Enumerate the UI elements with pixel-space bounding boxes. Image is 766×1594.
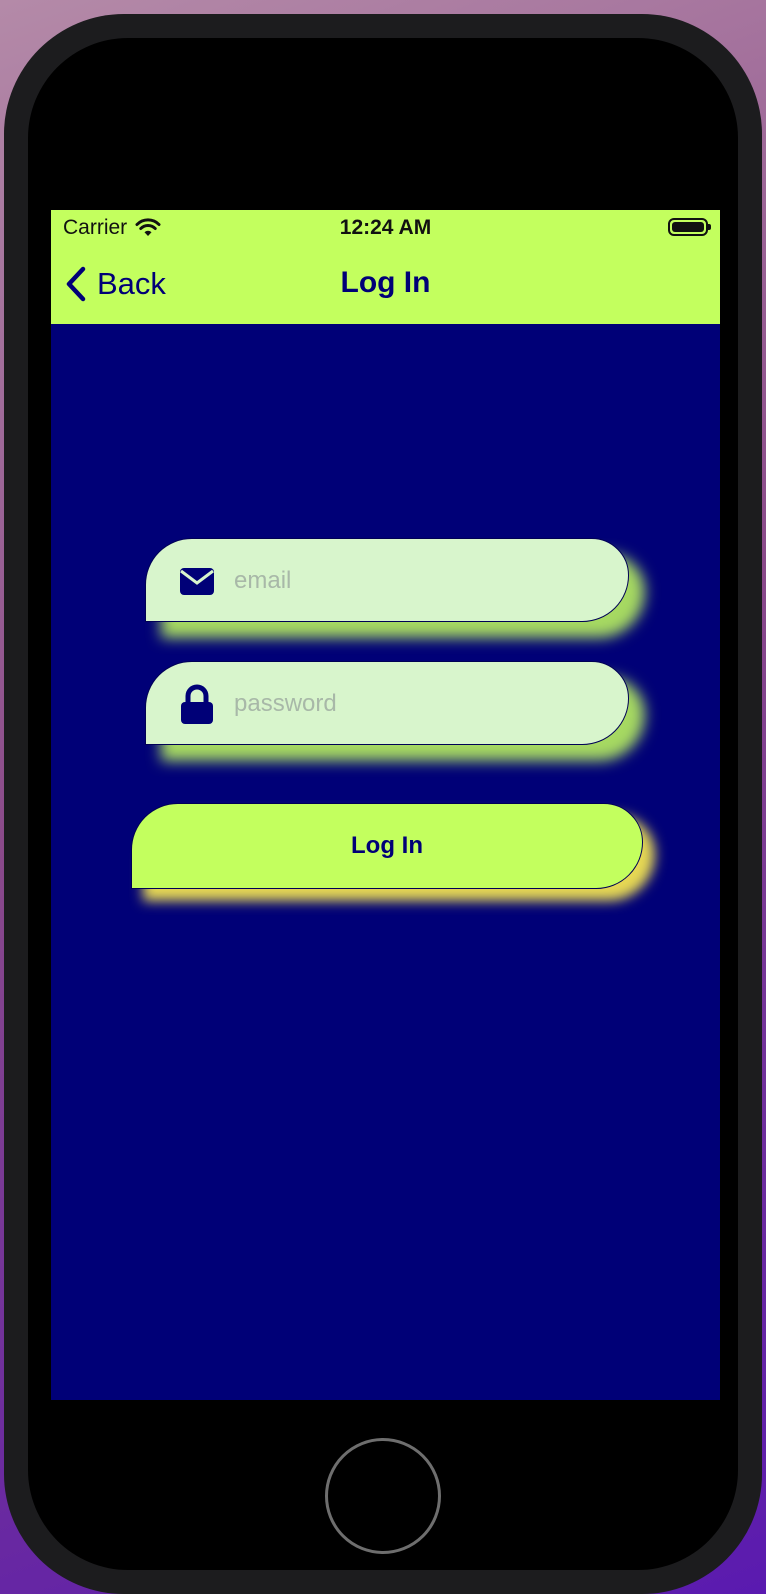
login-button-label: Log In [351,832,423,859]
password-input[interactable] [232,662,606,746]
email-input[interactable] [232,539,606,623]
page-title: Log In [340,266,431,299]
navigation-bar: Carrier 12:24 AM Back Log In [51,210,720,324]
home-button[interactable] [325,1438,441,1554]
status-time: 12:24 AM [339,216,432,239]
password-field-container [145,661,629,746]
login-button[interactable]: Log In [131,803,643,889]
app-screen: Carrier 12:24 AM Back Log In email Log I… [51,210,720,1400]
envelope-icon [180,568,214,595]
lock-icon [181,684,213,724]
email-field-container [145,538,629,623]
battery-icon [668,218,711,236]
